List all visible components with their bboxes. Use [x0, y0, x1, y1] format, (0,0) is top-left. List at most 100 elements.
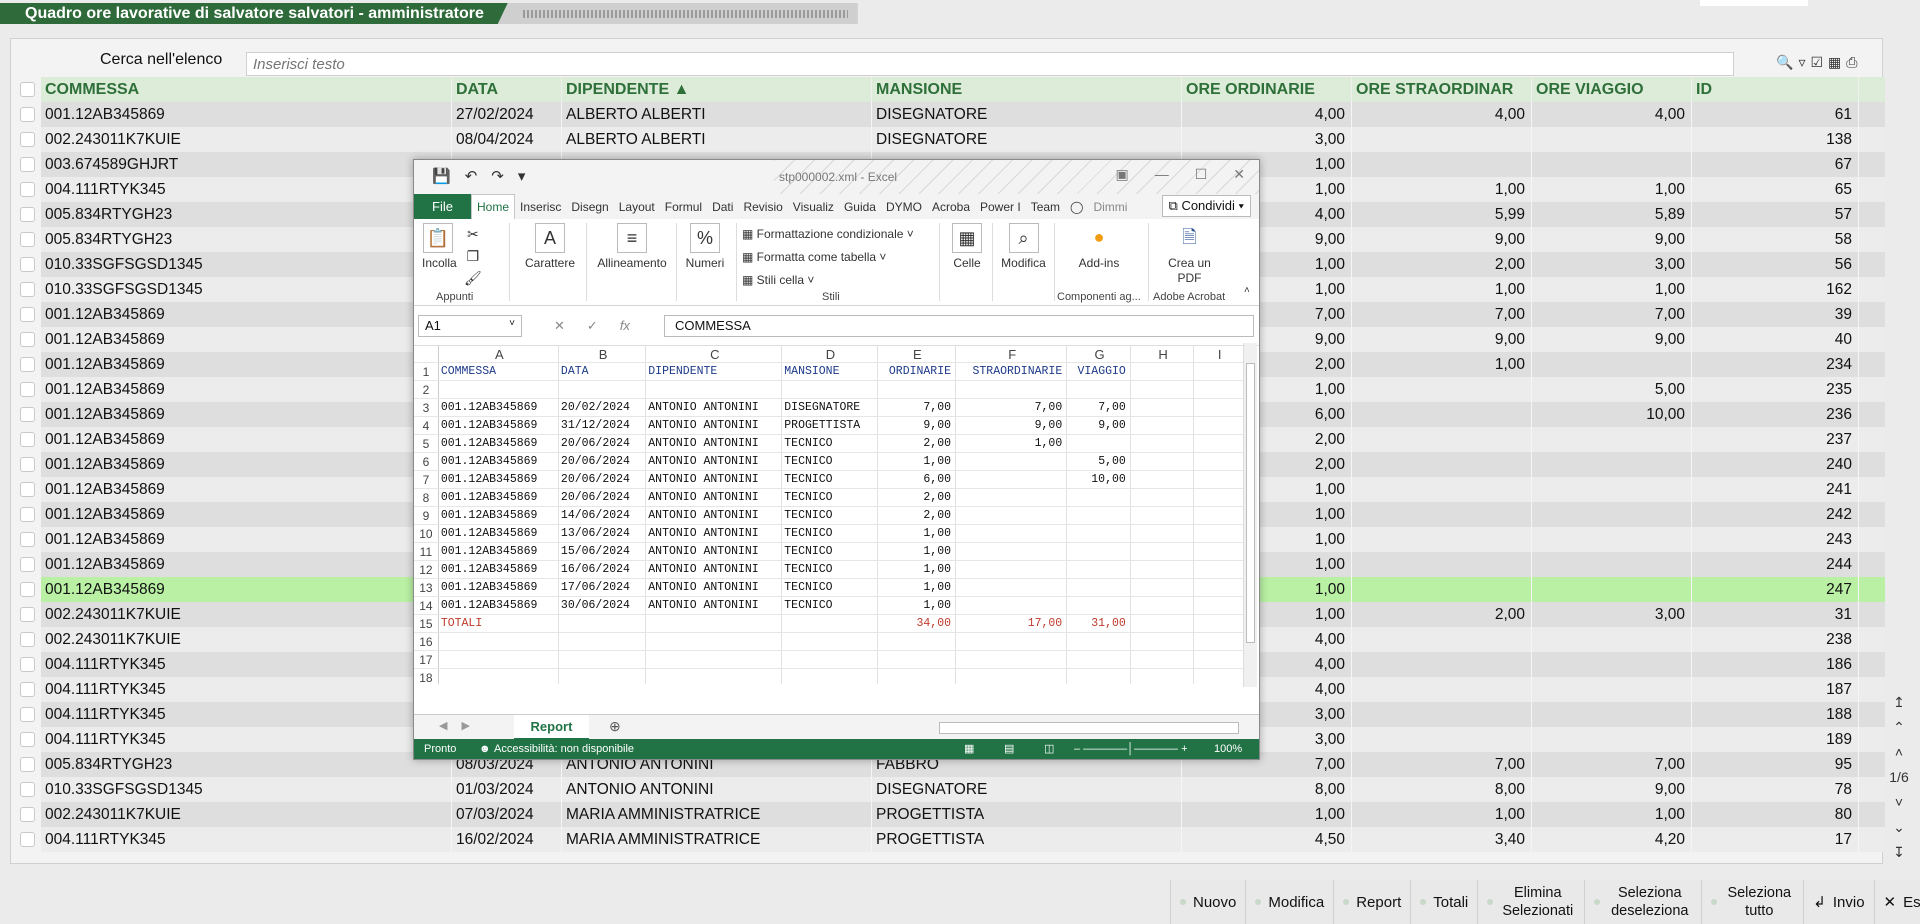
sheet-cell[interactable]: TECNICO: [782, 453, 878, 470]
sheet-cell[interactable]: 1,00: [878, 597, 957, 614]
font-button[interactable]: A Carattere: [520, 223, 580, 271]
sheet-cell[interactable]: ANTONIO ANTONINI: [646, 543, 783, 560]
status-accessibility[interactable]: Accessibilità: non disponibile: [494, 739, 634, 759]
sheet-cell[interactable]: 001.12AB345869: [439, 471, 559, 488]
sheet-cell[interactable]: ANTONIO ANTONINI: [646, 561, 783, 578]
page-up-icon[interactable]: ⌃: [1893, 715, 1905, 740]
sheet-cell[interactable]: [1131, 471, 1195, 488]
sheet-cell[interactable]: [1194, 543, 1244, 560]
row-checkbox[interactable]: [13, 127, 41, 152]
sheet-cell[interactable]: 6,00: [878, 471, 957, 488]
sheet-cell[interactable]: TECNICO: [782, 579, 878, 596]
row-number[interactable]: 9: [414, 507, 439, 524]
row-number[interactable]: 11: [414, 543, 439, 560]
sheet-cell[interactable]: [782, 615, 878, 632]
sheet-cell[interactable]: [1194, 615, 1244, 632]
row-checkbox[interactable]: [13, 602, 41, 627]
column-header[interactable]: A: [439, 346, 559, 362]
column-header[interactable]: G: [1067, 346, 1131, 362]
sheet-cell[interactable]: 001.12AB345869: [439, 453, 559, 470]
collapse-ribbon-icon[interactable]: ˄: [1244, 285, 1250, 296]
sheet-cell[interactable]: 16/06/2024: [559, 561, 647, 578]
sheet-cell[interactable]: 7,00: [878, 399, 957, 416]
sheet-cell[interactable]: ANTONIO ANTONINI: [646, 417, 783, 434]
sheet-cell[interactable]: [1194, 525, 1244, 542]
save-icon[interactable]: 💾: [432, 167, 451, 185]
row-number[interactable]: 5: [414, 435, 439, 452]
vertical-scrollbar[interactable]: [1243, 343, 1257, 687]
column-header-ore-straordinarie[interactable]: ORE STRAORDINAR: [1352, 77, 1532, 102]
cancel-icon[interactable]: ✕: [554, 318, 565, 334]
sheet-cell[interactable]: 2,00: [878, 489, 957, 506]
row-checkbox[interactable]: [13, 402, 41, 427]
row-number[interactable]: 10: [414, 525, 439, 542]
sheet-cell[interactable]: 17/06/2024: [559, 579, 647, 596]
sheet-cell[interactable]: [1067, 561, 1131, 578]
sheet-cell[interactable]: 1,00: [878, 561, 957, 578]
scroll-top-icon[interactable]: ↥: [1893, 690, 1905, 715]
table-row[interactable]: 002.243011K7KUIE 07/03/2024 MARIA AMMINIST…: [13, 802, 1885, 827]
sheet-cell[interactable]: [956, 507, 1068, 524]
sheet-cell[interactable]: 7,00: [956, 399, 1068, 416]
sheet-cell[interactable]: [1067, 651, 1131, 668]
sheet-cell[interactable]: [1067, 507, 1131, 524]
row-number[interactable]: 14: [414, 597, 439, 614]
sheet-cell[interactable]: [646, 651, 783, 668]
sheet-cell[interactable]: [1131, 633, 1195, 650]
sheet-cell[interactable]: 001.12AB345869: [439, 507, 559, 524]
sheet-cell[interactable]: TOTALI: [439, 615, 559, 632]
row-checkbox[interactable]: [13, 477, 41, 502]
sheet-cell[interactable]: ANTONIO ANTONINI: [646, 525, 783, 542]
row-checkbox[interactable]: [13, 727, 41, 752]
sheet-cell[interactable]: [956, 579, 1068, 596]
column-header[interactable]: E: [878, 346, 957, 362]
sheet-cell[interactable]: 1,00: [878, 579, 957, 596]
tab-dymo[interactable]: DYMO: [881, 200, 927, 214]
seleziona-deseleziona-button[interactable]: Seleziona deseleziona: [1584, 880, 1701, 924]
sheet-cell[interactable]: 20/02/2024: [559, 399, 647, 416]
ribbon-display-icon[interactable]: ▣: [1115, 166, 1128, 183]
minimize-icon[interactable]: —: [1155, 166, 1169, 183]
sheet-cell[interactable]: [956, 525, 1068, 542]
sheet-cell[interactable]: TECNICO: [782, 471, 878, 488]
column-header[interactable]: I: [1194, 346, 1244, 362]
sheet-cell[interactable]: TECNICO: [782, 561, 878, 578]
column-header[interactable]: H: [1131, 346, 1195, 362]
sheet-cell[interactable]: ANTONIO ANTONINI: [646, 597, 783, 614]
sheet-cell[interactable]: TECNICO: [782, 597, 878, 614]
sheet-cell[interactable]: [559, 381, 647, 398]
row-number[interactable]: 8: [414, 489, 439, 506]
sheet-cell[interactable]: [1131, 525, 1195, 542]
sheet-cell[interactable]: [1131, 561, 1195, 578]
tab-guida[interactable]: Guida: [839, 200, 881, 214]
column-header-ore-ordinarie[interactable]: ORE ORDINARIE: [1182, 77, 1352, 102]
sheet-cell[interactable]: [956, 543, 1068, 560]
add-sheet-icon[interactable]: ⊕: [609, 718, 621, 735]
row-checkbox[interactable]: [13, 577, 41, 602]
number-button[interactable]: % Numeri: [680, 223, 730, 271]
undo-icon[interactable]: ↶: [465, 167, 478, 185]
maximize-icon[interactable]: ☐: [1195, 166, 1208, 183]
create-pdf-button[interactable]: 🗎 Crea un PDF: [1162, 223, 1217, 286]
sheet-cell[interactable]: [956, 489, 1068, 506]
sheet-cell[interactable]: [646, 381, 783, 398]
row-checkbox[interactable]: [13, 102, 41, 127]
row-checkbox[interactable]: [13, 252, 41, 277]
page-break-icon[interactable]: ◫: [1044, 739, 1054, 759]
tab-visualizza[interactable]: Visualiz: [788, 200, 839, 214]
sheet-cell[interactable]: [878, 633, 957, 650]
sheet-cell[interactable]: [559, 669, 647, 684]
sheet-cell[interactable]: 13/06/2024: [559, 525, 647, 542]
sheet-cell[interactable]: 2,00: [878, 435, 957, 452]
row-checkbox[interactable]: [13, 827, 41, 852]
nuovo-button[interactable]: Nuovo: [1170, 880, 1245, 924]
search-icon[interactable]: 🔍: [1776, 54, 1793, 71]
tab-acrobat[interactable]: Acroba: [927, 200, 975, 214]
sheet-cell[interactable]: [1194, 399, 1244, 416]
column-header[interactable]: F: [956, 346, 1068, 362]
sheet-cell[interactable]: [1131, 363, 1195, 380]
sheet-cell[interactable]: [1131, 417, 1195, 434]
sheet-cell[interactable]: [1194, 381, 1244, 398]
column-header-dipendente[interactable]: DIPENDENTE ▲: [562, 77, 872, 102]
sheet-cell[interactable]: 1,00: [956, 435, 1068, 452]
